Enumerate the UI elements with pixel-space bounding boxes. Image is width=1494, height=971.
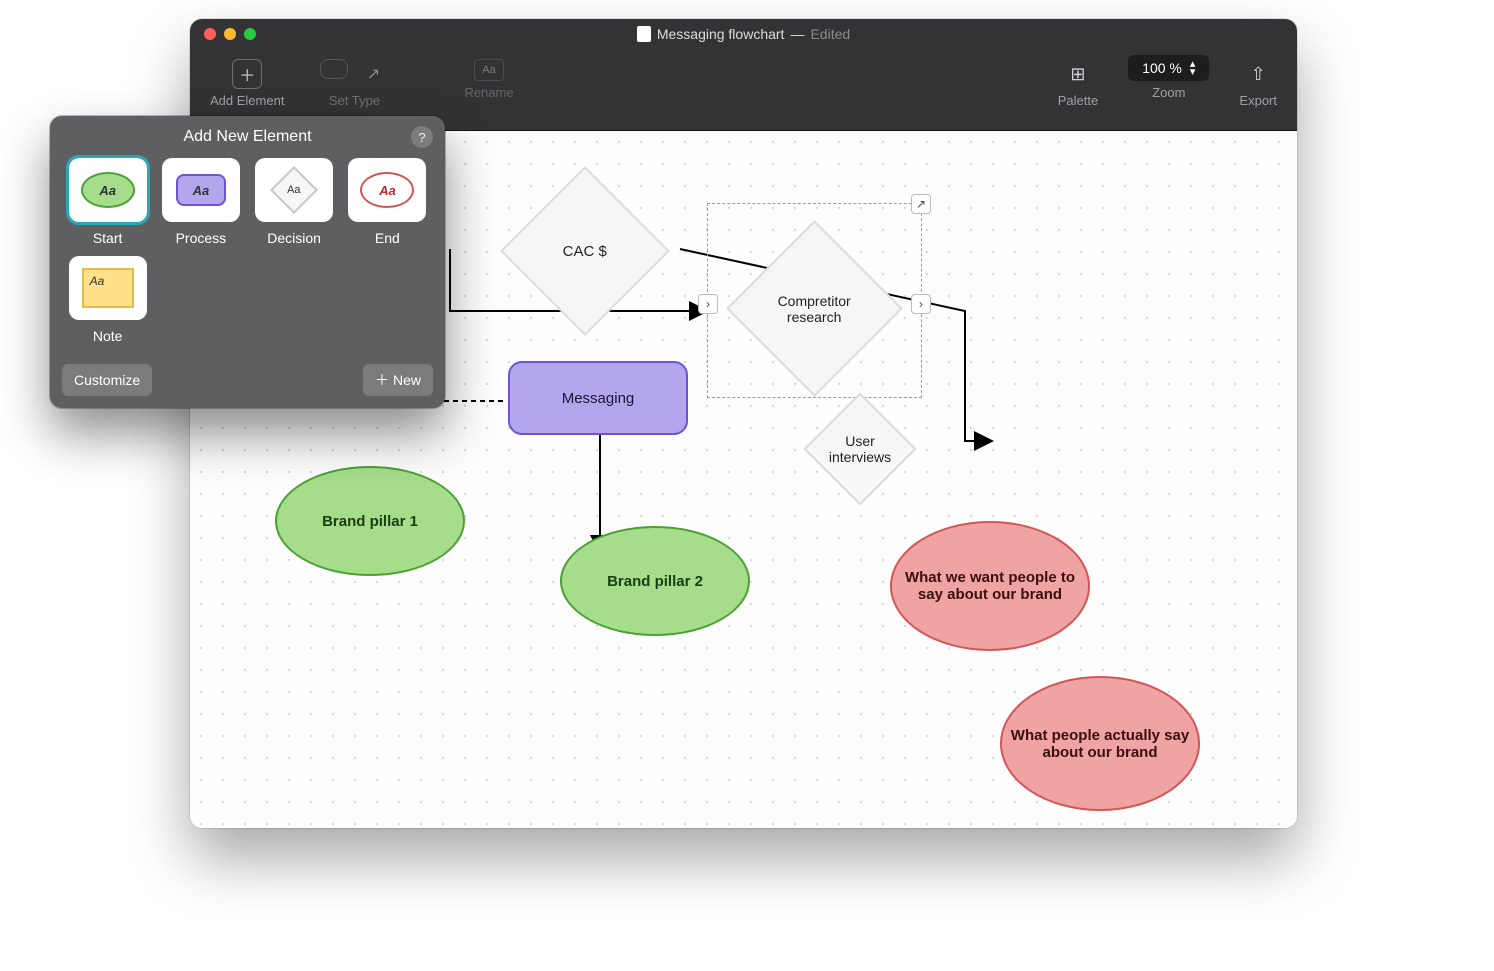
element-option-start[interactable]: Aa Start (64, 158, 151, 246)
title-separator: — (790, 26, 804, 42)
button-label: Customize (74, 372, 140, 388)
decision-user-interviews[interactable]: User interviews (803, 392, 916, 505)
node-label: Brand pillar 1 (322, 513, 418, 530)
node-label: What we want people to say about our bra… (898, 569, 1082, 603)
tile-decision: Aa (255, 158, 333, 222)
plus-icon: ＋ (232, 59, 262, 89)
glyph: Aa (193, 183, 210, 198)
close-window-button[interactable] (204, 28, 216, 40)
zoom-value: 100 % (1142, 60, 1182, 76)
titlebar: Messaging flowchart — Edited (190, 19, 1297, 49)
start-brand-pillar-1[interactable]: Brand pillar 1 (275, 466, 465, 576)
export-button[interactable]: ⇧ Export (1233, 55, 1283, 112)
element-option-process[interactable]: Aa Process (157, 158, 244, 246)
option-label: Note (93, 328, 123, 344)
tile-end: Aa (348, 158, 426, 222)
option-label: Decision (267, 230, 321, 246)
glyph: Aa (90, 274, 105, 288)
rename-button[interactable]: Aa Rename (458, 55, 519, 104)
arrow-icon: ↗ (358, 59, 388, 89)
toolbar-label: Zoom (1152, 85, 1185, 100)
node-label: What people actually say about our brand (1008, 727, 1192, 761)
zoom-control[interactable]: 100 % ▴▾ Zoom (1128, 55, 1209, 100)
end-actually-say[interactable]: What people actually say about our brand (1000, 676, 1200, 811)
element-option-end[interactable]: Aa End (344, 158, 431, 246)
palette-icon: ⊞ (1063, 59, 1093, 89)
palette-button[interactable]: ⊞ Palette (1052, 55, 1104, 112)
selection-handle-right[interactable]: › (911, 294, 931, 314)
set-type-button[interactable]: ↗ Set Type (314, 55, 394, 112)
option-label: Start (93, 230, 123, 246)
glyph: Aa (379, 183, 396, 198)
toolbar-label: Rename (464, 85, 513, 100)
element-option-note[interactable]: Aa Note (64, 256, 151, 344)
traffic-lights (190, 28, 256, 40)
fullscreen-window-button[interactable] (244, 28, 256, 40)
share-icon: ⇧ (1243, 59, 1273, 89)
process-messaging[interactable]: Messaging (508, 361, 688, 435)
shape-icon (320, 59, 348, 79)
node-label: Messaging (562, 390, 635, 407)
new-button[interactable]: ＋ New (363, 364, 433, 396)
button-label: New (393, 372, 421, 388)
document-title: Messaging flowchart (657, 26, 785, 42)
end-want-say[interactable]: What we want people to say about our bra… (890, 521, 1090, 651)
rename-icon: Aa (474, 59, 504, 81)
document-icon (637, 26, 651, 42)
element-option-decision[interactable]: Aa Decision (251, 158, 338, 246)
node-label: User interviews (828, 433, 892, 465)
toolbar-label: Palette (1058, 93, 1098, 108)
minimize-window-button[interactable] (224, 28, 236, 40)
selection-handle-left[interactable]: › (698, 294, 718, 314)
element-grid: Aa Start Aa Process Aa Decision Aa (50, 156, 445, 354)
option-label: Process (176, 230, 227, 246)
chevron-updown-icon: ▴▾ (1190, 60, 1196, 76)
toolbar-label: Set Type (329, 93, 380, 108)
customize-button[interactable]: Customize (62, 364, 152, 396)
start-brand-pillar-2[interactable]: Brand pillar 2 (560, 526, 750, 636)
document-status: Edited (810, 26, 850, 42)
node-label: Compretitor research (760, 293, 869, 325)
popover-title: Add New Element (183, 128, 311, 145)
popover-title-row: Add New Element ? (50, 116, 445, 156)
glyph: Aa (287, 184, 300, 196)
tile-note: Aa (69, 256, 147, 320)
toolbar-label: Export (1239, 93, 1277, 108)
node-label: Brand pillar 2 (607, 573, 703, 590)
help-button[interactable]: ? (411, 126, 433, 148)
glyph: Aa (99, 183, 116, 198)
selection-handle-action[interactable]: ↗ (911, 194, 931, 214)
toolbar-label: Add Element (210, 93, 284, 108)
node-label: CAC $ (563, 243, 607, 260)
popover-footer: Customize ＋ New (50, 354, 445, 408)
tile-start: Aa (69, 158, 147, 222)
tile-process: Aa (162, 158, 240, 222)
add-element-button[interactable]: ＋ Add Element (204, 55, 290, 112)
option-label: End (375, 230, 400, 246)
window-title: Messaging flowchart — Edited (190, 26, 1297, 42)
decision-cac[interactable]: CAC $ (500, 166, 670, 336)
add-element-popover: Add New Element ? Aa Start Aa Process Aa (50, 116, 445, 408)
plus-icon: ＋ (375, 370, 389, 390)
